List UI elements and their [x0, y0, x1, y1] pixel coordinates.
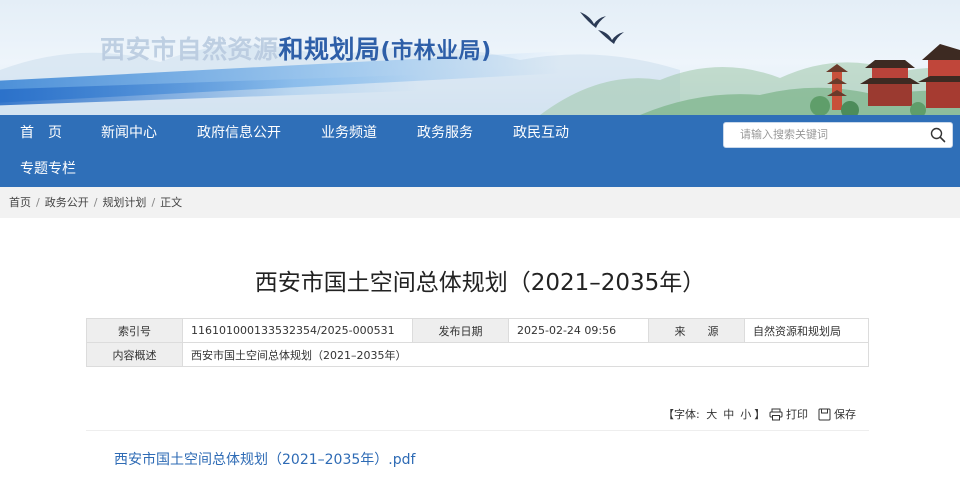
article-content: 西安市国土空间总体规划（2021–2035年） 索引号 116101000133… — [0, 218, 960, 493]
font-size-label: 【字体: — [663, 408, 700, 421]
meta-summary-label: 内容概述 — [86, 342, 183, 367]
font-size-close: 】 — [754, 408, 766, 421]
meta-source-label: 来 源 — [648, 318, 745, 343]
main-navigation: 首 页 新闻中心 政府信息公开 业务频道 政务服务 政民互动 专题专栏 — [0, 115, 960, 187]
meta-row: 内容概述 西安市国土空间总体规划（2021–2035年） — [86, 342, 869, 367]
printer-icon — [769, 408, 783, 421]
article-tools: 【字体: 大中小】 打印 保存 — [0, 406, 960, 424]
site-title-sub: (市林业局) — [380, 39, 492, 64]
site-title-faded: 西安市自然资源 — [100, 35, 279, 64]
print-label: 打印 — [786, 408, 808, 421]
nav-item-business[interactable]: 业务频道 — [321, 115, 377, 151]
article-meta-table: 索引号 116101000133532354/2025-000531 发布日期 … — [86, 318, 869, 367]
article-title: 西安市国土空间总体规划（2021–2035年） — [254, 270, 706, 296]
meta-source-value: 自然资源和规划局 — [744, 318, 869, 343]
breadcrumb-gov-affairs[interactable]: 政务公开 — [45, 196, 89, 209]
meta-date-value: 2025-02-24 09:56 — [508, 318, 649, 343]
meta-index-label: 索引号 — [86, 318, 183, 343]
font-size-small[interactable]: 小 — [740, 408, 751, 421]
pagoda-buildings-illustration — [810, 44, 960, 115]
nav-item-interaction[interactable]: 政民互动 — [513, 115, 569, 151]
meta-row: 索引号 116101000133532354/2025-000531 发布日期 … — [86, 318, 869, 343]
swallow-icon — [580, 12, 624, 44]
site-title-main: 和规划局 — [278, 35, 381, 64]
nav-item-gov-services[interactable]: 政务服务 — [417, 115, 473, 151]
breadcrumb-planning[interactable]: 规划计划 — [102, 196, 146, 209]
breadcrumb-separator: / — [151, 196, 156, 209]
breadcrumb: 首页 / 政务公开 / 规划计划 / 正文 — [0, 187, 960, 218]
nav-item-home[interactable]: 首 页 — [20, 115, 62, 151]
save-button[interactable]: 保存 — [818, 406, 856, 424]
font-size-controls: 【字体: 大中小】 — [663, 406, 765, 424]
breadcrumb-separator: / — [93, 196, 98, 209]
meta-date-label: 发布日期 — [412, 318, 509, 343]
site-title[interactable]: 西安市自然资源和规划局(市林业局) — [100, 30, 492, 66]
meta-summary-value: 西安市国土空间总体规划（2021–2035年） — [182, 342, 869, 367]
search-icon[interactable] — [930, 127, 946, 143]
print-button[interactable]: 打印 — [769, 406, 808, 424]
divider — [86, 430, 869, 431]
meta-index-value: 116101000133532354/2025-000531 — [182, 318, 413, 343]
nav-item-gov-info[interactable]: 政府信息公开 — [197, 115, 281, 151]
save-label: 保存 — [834, 408, 856, 421]
save-icon — [818, 408, 831, 421]
breadcrumb-home[interactable]: 首页 — [9, 196, 31, 209]
nav-item-special-topics[interactable]: 专题专栏 — [20, 151, 76, 187]
font-size-large[interactable]: 大 — [706, 408, 717, 421]
attachment-pdf-link[interactable]: 西安市国土空间总体规划（2021–2035年）.pdf — [114, 449, 415, 469]
search-box — [723, 122, 953, 148]
search-input[interactable] — [724, 123, 924, 147]
nav-item-news[interactable]: 新闻中心 — [101, 115, 157, 151]
site-banner: 西安市自然资源和规划局(市林业局) — [0, 0, 960, 115]
breadcrumb-current: 正文 — [160, 196, 183, 209]
font-size-medium[interactable]: 中 — [723, 408, 734, 421]
breadcrumb-separator: / — [36, 196, 40, 209]
